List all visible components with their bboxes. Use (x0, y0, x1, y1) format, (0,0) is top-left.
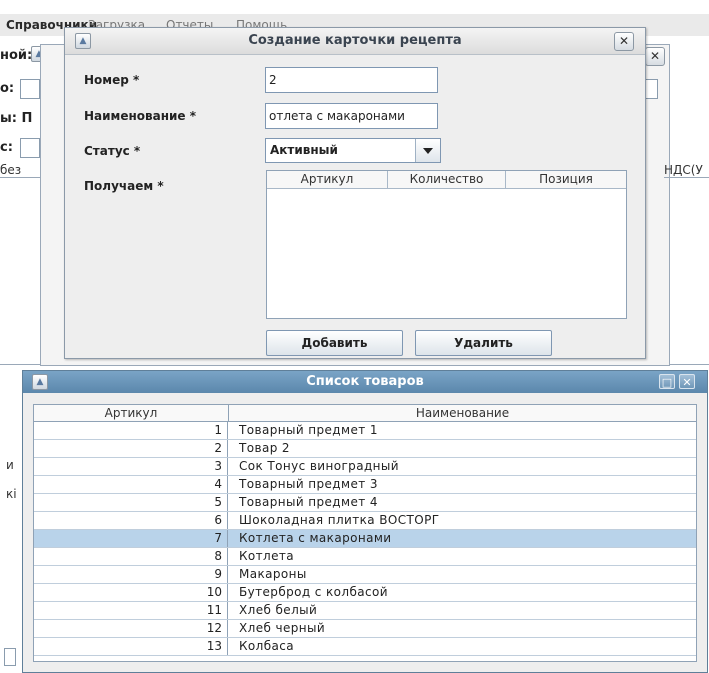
maximize-icon[interactable]: □ (659, 374, 675, 389)
product-table[interactable]: Артикул Наименование 1 Товарный предмет 1… (33, 404, 697, 662)
bg-left-text-2: кі (6, 487, 17, 501)
receive-grid-header: Артикул Количество Позиция (267, 171, 626, 189)
bg-label-1: ной: (0, 48, 33, 63)
bg-right-text: НДС(У (664, 163, 709, 178)
col-name[interactable]: Наименование (229, 405, 696, 421)
product-list-window: ▲ Список товаров □ ✕ Артикул Наименовани… (22, 370, 708, 673)
name-field[interactable]: отлета с макаронами (265, 103, 438, 129)
table-row[interactable]: 6 Шоколадная плитка ВОСТОРГ (34, 512, 696, 530)
row-article: 10 (34, 584, 228, 601)
bg-label-4: с: (0, 140, 13, 155)
row-name: Сок Тонус виноградный (239, 459, 399, 473)
table-row[interactable]: 5 Товарный предмет 4 (34, 494, 696, 512)
row-article: 4 (34, 476, 228, 493)
status-select[interactable]: Активный (265, 138, 441, 163)
row-name: Товарный предмет 4 (239, 495, 378, 509)
row-name: Шоколадная плитка ВОСТОРГ (239, 513, 440, 527)
bg-close-icon[interactable]: ✕ (645, 47, 665, 66)
row-article: 9 (34, 566, 228, 583)
table-row[interactable]: 8 Котлета (34, 548, 696, 566)
status-label: Статус * (84, 144, 141, 158)
name-label: Наименование * (84, 109, 197, 123)
row-article: 8 (34, 548, 228, 565)
add-button[interactable]: Добавить (266, 330, 403, 356)
table-row[interactable]: 10 Бутерброд с колбасой (34, 584, 696, 602)
close-icon[interactable]: ✕ (679, 374, 695, 389)
table-row[interactable]: 7 Котлета с макаронами (34, 530, 696, 548)
row-name: Котлета с макаронами (239, 531, 392, 545)
dialog-title-bar[interactable]: ▲ Создание карточки рецепта ✕ (65, 28, 645, 55)
bg-label-3: ы: П (0, 111, 33, 126)
number-label: Номер * (84, 73, 140, 87)
recipe-card-dialog: ▲ Создание карточки рецепта ✕ Номер * 2 … (64, 27, 646, 359)
row-name: Товарный предмет 3 (239, 477, 378, 491)
row-article: 6 (34, 512, 228, 529)
row-name: Макароны (239, 567, 307, 581)
table-row[interactable]: 9 Макароны (34, 566, 696, 584)
grid-col-quantity[interactable]: Количество (388, 171, 506, 188)
row-name: Хлеб черный (239, 621, 326, 635)
row-article: 3 (34, 458, 228, 475)
table-row[interactable]: 3 Сок Тонус виноградный (34, 458, 696, 476)
product-list-title-bar[interactable]: ▲ Список товаров □ ✕ (23, 371, 707, 393)
row-article: 11 (34, 602, 228, 619)
table-row[interactable]: 1 Товарный предмет 1 (34, 422, 696, 440)
grid-col-article[interactable]: Артикул (267, 171, 388, 188)
number-field[interactable]: 2 (265, 67, 438, 93)
receive-grid[interactable]: Артикул Количество Позиция (266, 170, 627, 319)
row-name: Хлеб белый (239, 603, 318, 617)
bg-field-1[interactable] (20, 79, 40, 99)
table-row[interactable]: 4 Товарный предмет 3 (34, 476, 696, 494)
row-article: 7 (34, 530, 228, 547)
row-article: 13 (34, 638, 228, 655)
col-article[interactable]: Артикул (34, 405, 229, 421)
bg-scroll-widget[interactable] (4, 648, 16, 666)
delete-button[interactable]: Удалить (415, 330, 552, 356)
dialog-title: Создание карточки рецепта (248, 33, 462, 48)
table-row[interactable]: 13 Колбаса (34, 638, 696, 656)
row-article: 5 (34, 494, 228, 511)
table-row[interactable]: 2 Товар 2 (34, 440, 696, 458)
row-article: 12 (34, 620, 228, 637)
product-table-header: Артикул Наименование (34, 405, 696, 422)
bg-field-right (644, 79, 658, 99)
table-row[interactable]: 11 Хлеб белый (34, 602, 696, 620)
bg-field-2[interactable] (20, 138, 40, 158)
chevron-down-icon[interactable] (415, 139, 440, 162)
row-name: Котлета (239, 549, 295, 563)
status-value: Активный (270, 143, 338, 157)
row-name: Товарный предмет 1 (239, 423, 378, 437)
row-name: Товар 2 (239, 441, 290, 455)
row-name: Колбаса (239, 639, 295, 653)
close-icon[interactable]: ✕ (614, 32, 634, 51)
row-article: 1 (34, 422, 228, 439)
bg-left-text-1: и (6, 458, 14, 472)
table-row[interactable]: 12 Хлеб черный (34, 620, 696, 638)
bg-label-2: о: (0, 81, 15, 96)
row-article: 2 (34, 440, 228, 457)
receive-label: Получаем * (84, 179, 164, 193)
grid-col-position[interactable]: Позиция (506, 171, 626, 188)
row-name: Бутерброд с колбасой (239, 585, 388, 599)
product-list-title: Список товаров (306, 374, 424, 389)
